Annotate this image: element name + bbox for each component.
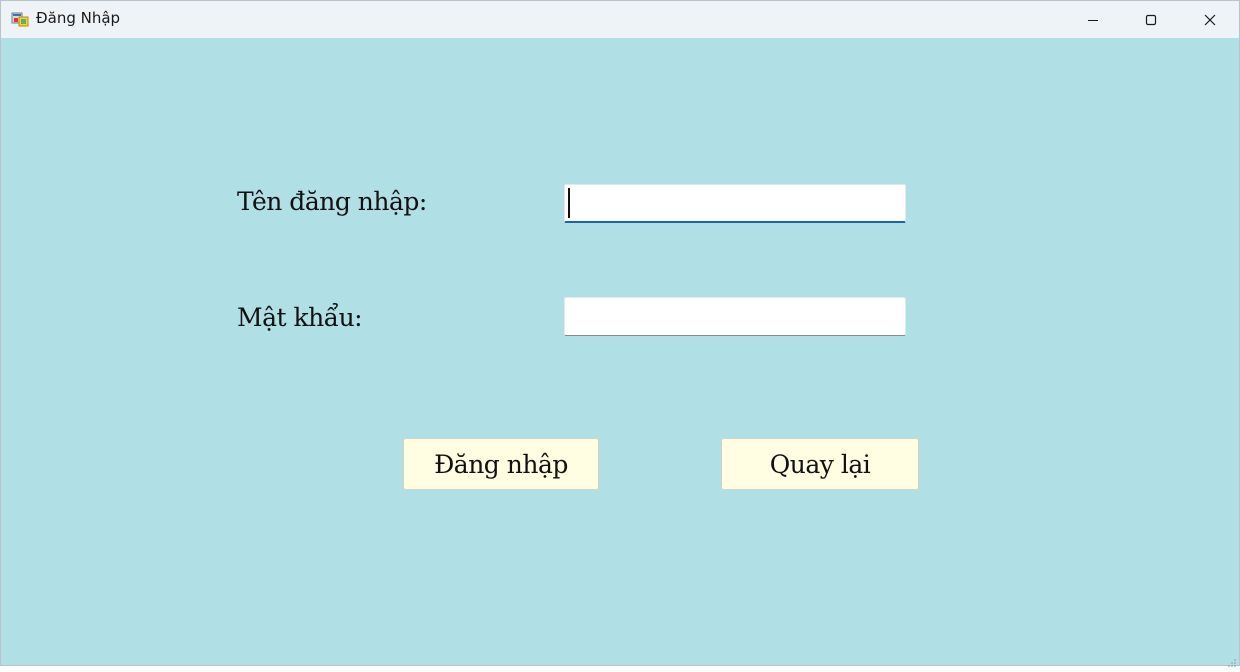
minimize-icon	[1087, 14, 1099, 26]
maximize-icon	[1145, 14, 1157, 26]
minimize-button[interactable]	[1064, 1, 1122, 38]
title-bar[interactable]: Đăng Nhập	[1, 1, 1239, 38]
text-caret	[568, 188, 570, 218]
maximize-button[interactable]	[1122, 1, 1180, 38]
app-form-icon	[11, 10, 29, 28]
window-title: Đăng Nhập	[36, 9, 121, 27]
password-input[interactable]	[564, 297, 906, 336]
resize-grip-icon[interactable]	[1227, 653, 1237, 667]
password-label: Mật khẩu:	[237, 303, 363, 332]
close-button[interactable]	[1181, 1, 1239, 38]
login-button[interactable]: Đăng nhập	[403, 438, 599, 490]
username-label: Tên đăng nhập:	[237, 187, 427, 216]
close-icon	[1204, 14, 1216, 26]
back-button[interactable]: Quay lại	[721, 438, 919, 490]
login-window: Đăng Nhập Tên đăng nhập: Mật khẩu: Đăng …	[0, 0, 1240, 667]
username-input[interactable]	[564, 184, 906, 223]
